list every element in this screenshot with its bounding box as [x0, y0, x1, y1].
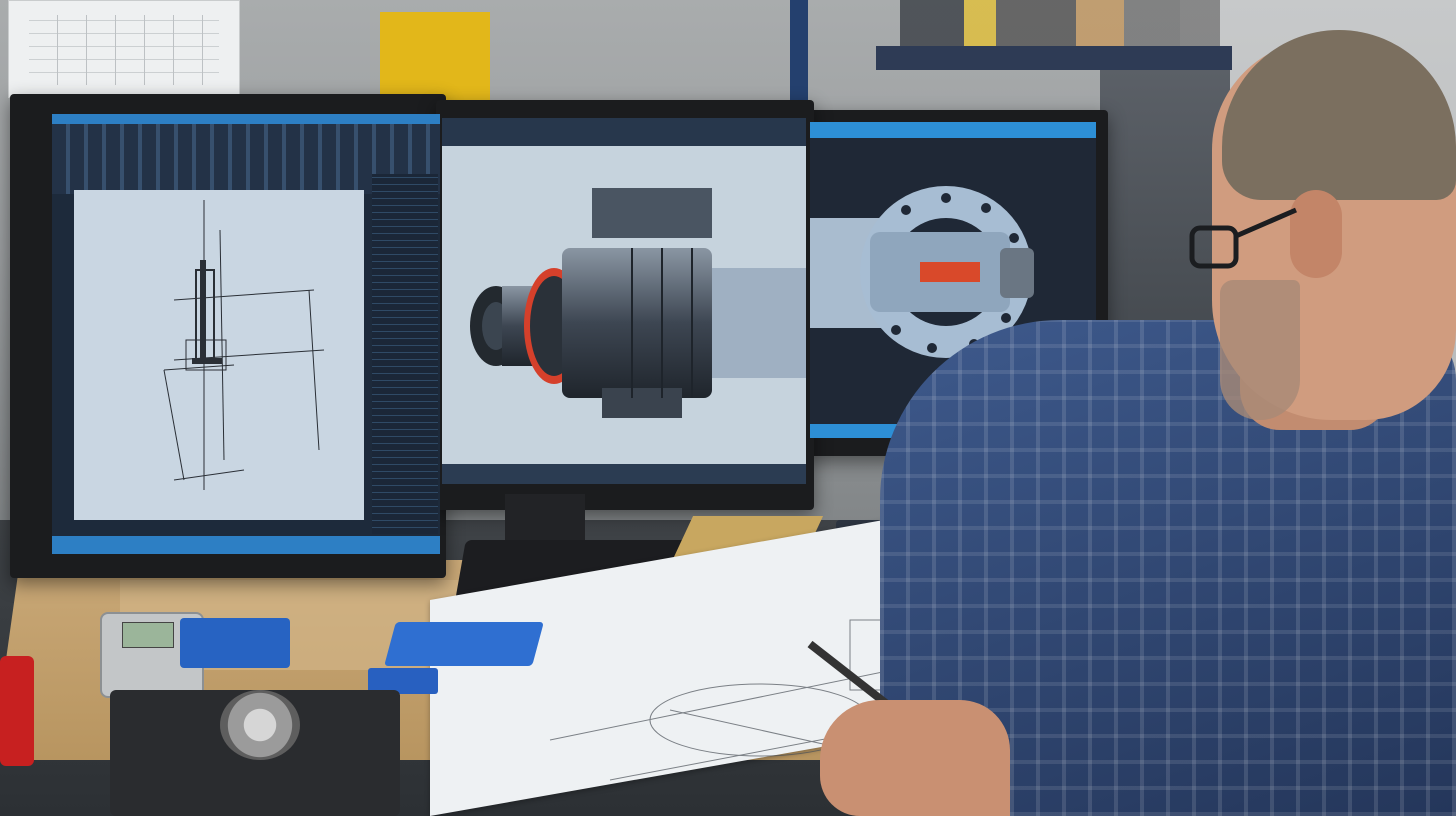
hand	[820, 700, 1010, 816]
caliper-display	[122, 622, 174, 648]
blue-column	[790, 0, 808, 110]
glasses-icon	[1189, 207, 1297, 269]
beard	[1220, 280, 1300, 420]
viewer-status-bar	[442, 464, 806, 484]
red-canister	[0, 656, 34, 766]
cad-title-bar	[52, 114, 440, 124]
shelf-items	[900, 0, 1220, 46]
cad-properties-panel	[372, 174, 438, 534]
cad-drawing-canvas	[74, 190, 364, 520]
blue-plastic-part	[384, 622, 544, 666]
wall-shelf	[876, 46, 1232, 70]
yellow-cabinet	[380, 12, 490, 102]
cad-drawing-icon	[163, 200, 325, 490]
center-screen-3d-model	[442, 118, 806, 484]
cad-status-bar	[52, 536, 440, 554]
gear-icon	[220, 690, 300, 760]
blue-plastic-part	[180, 618, 290, 668]
cad-3d-model-icon	[470, 188, 806, 418]
left-screen-cad-drawing	[52, 114, 440, 554]
wall-technical-drawing	[8, 0, 240, 98]
